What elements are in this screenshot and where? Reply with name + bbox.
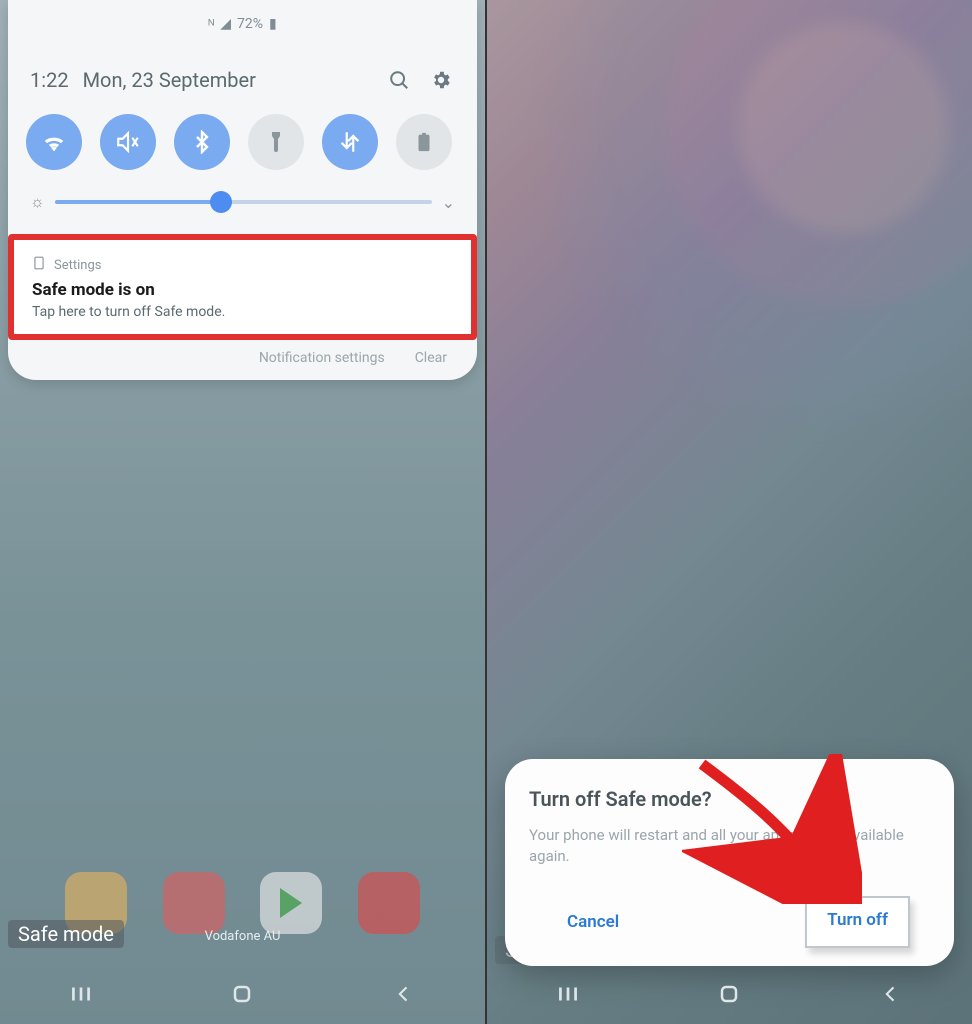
notification-app-label: Settings bbox=[54, 258, 101, 273]
battery-icon: ▮ bbox=[269, 16, 277, 32]
notification-settings-link[interactable]: Notification settings bbox=[259, 350, 385, 366]
sun-icon: ☼ bbox=[30, 192, 45, 212]
nav-home-icon[interactable] bbox=[212, 974, 272, 1014]
phone-screenshot-left: ᴺ ◢ 72% ▮ 1:22 Mon, 23 September ☼ bbox=[0, 0, 485, 1024]
cancel-button[interactable]: Cancel bbox=[549, 902, 637, 942]
qs-data-icon[interactable] bbox=[322, 114, 378, 170]
nfc-indicator: ᴺ bbox=[208, 16, 214, 33]
app-messages-icon[interactable] bbox=[163, 872, 225, 934]
notification-body: Tap here to turn off Safe mode. bbox=[32, 304, 453, 320]
annotation-highlight-box: Turn off bbox=[805, 896, 910, 948]
safe-mode-notification[interactable]: Settings Safe mode is on Tap here to tur… bbox=[14, 240, 471, 334]
carrier-label: Vodafone AU bbox=[205, 929, 281, 944]
dialog-title: Turn off Safe mode? bbox=[529, 787, 930, 811]
settings-icon bbox=[32, 256, 46, 274]
safe-mode-watermark: Safe mode bbox=[8, 920, 124, 948]
qs-battery-icon[interactable] bbox=[396, 114, 452, 170]
nav-home-icon[interactable] bbox=[699, 974, 759, 1014]
qs-bluetooth-icon[interactable] bbox=[174, 114, 230, 170]
nav-back-icon[interactable] bbox=[374, 974, 434, 1014]
notification-shade[interactable]: ᴺ ◢ 72% ▮ 1:22 Mon, 23 September ☼ bbox=[8, 0, 477, 380]
nav-recents-icon[interactable] bbox=[538, 974, 598, 1014]
shade-action-row: Notification settings Clear bbox=[8, 340, 477, 366]
qs-flashlight-icon[interactable] bbox=[248, 114, 304, 170]
phone-screenshot-right: Safe mode Turn off Safe mode? Your phone… bbox=[487, 0, 972, 1024]
app-play-store-icon[interactable] bbox=[260, 872, 322, 934]
app-camera-icon[interactable] bbox=[358, 872, 420, 934]
turn-off-safe-mode-dialog: Turn off Safe mode? Your phone will rest… bbox=[505, 759, 954, 967]
clear-notifications-link[interactable]: Clear bbox=[415, 350, 447, 366]
qs-mute-icon[interactable] bbox=[100, 114, 156, 170]
gear-icon[interactable] bbox=[427, 66, 455, 94]
turn-off-button[interactable]: Turn off bbox=[809, 900, 906, 940]
navigation-bar bbox=[0, 964, 485, 1024]
nav-recents-icon[interactable] bbox=[51, 974, 111, 1014]
qs-wifi-icon[interactable] bbox=[26, 114, 82, 170]
brightness-slider[interactable]: ☼ ⌄ bbox=[8, 188, 477, 224]
quick-settings-row bbox=[8, 108, 477, 188]
signal-icon: ◢ bbox=[220, 16, 231, 32]
clock-date: Mon, 23 September bbox=[83, 68, 256, 92]
status-bar: ᴺ ◢ 72% ▮ bbox=[8, 0, 477, 48]
navigation-bar bbox=[487, 964, 972, 1024]
chevron-down-icon[interactable]: ⌄ bbox=[442, 193, 455, 212]
battery-percent: 72% bbox=[237, 16, 263, 32]
search-icon[interactable] bbox=[385, 66, 413, 94]
annotation-highlight: Settings Safe mode is on Tap here to tur… bbox=[8, 234, 477, 340]
clock-time: 1:22 bbox=[30, 68, 69, 92]
dialog-body: Your phone will restart and all your app… bbox=[529, 825, 930, 869]
notification-title: Safe mode is on bbox=[32, 280, 453, 300]
nav-back-icon[interactable] bbox=[861, 974, 921, 1014]
